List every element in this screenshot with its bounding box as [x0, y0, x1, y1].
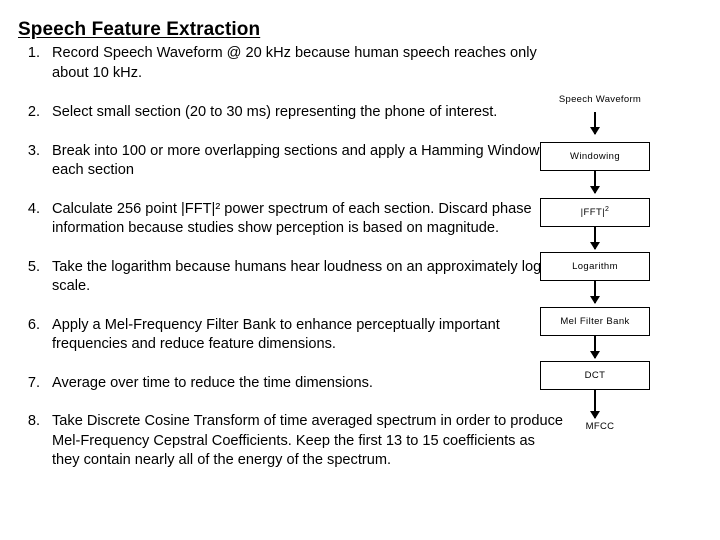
arrow-input-to-windowing	[590, 112, 600, 135]
list-item: 6. Apply a Mel-Frequency Filter Bank to …	[16, 316, 564, 355]
mfcc-flowchart: Speech Waveform Windowing |FFT|2 Logarit…	[500, 88, 700, 438]
list-item: 2. Select small section (20 to 30 ms) re…	[16, 103, 564, 123]
flow-node-label: Logarithm	[572, 261, 618, 272]
page-title: Speech Feature Extraction	[18, 19, 261, 40]
flowchart-input-label: Speech Waveform	[558, 94, 642, 105]
list-item: 3. Break into 100 or more overlapping se…	[16, 142, 564, 181]
list-item-number: 6.	[27, 316, 40, 333]
list-item: 7. Average over time to reduce the time …	[16, 374, 564, 394]
list-item-number: 7.	[27, 374, 40, 391]
list-item-text: Take Discrete Cosine Transform of time a…	[52, 413, 564, 468]
list-item-number: 8.	[27, 413, 40, 429]
arrow-logarithm-to-mel-filter-bank	[590, 281, 600, 304]
steps-list: 1. Record Speech Waveform @ 20 kHz becau…	[16, 44, 564, 471]
flow-node-fft: |FFT|2	[540, 198, 650, 227]
flow-node-logarithm: Logarithm	[540, 252, 650, 281]
list-item-text: Record Speech Waveform @ 20 kHz because …	[52, 45, 537, 81]
list-item-number: 2.	[27, 104, 40, 120]
list-item: 5. Take the logarithm because humans hea…	[16, 258, 564, 297]
flowchart-output-label: MFCC	[585, 421, 615, 432]
list-item-number: 3.	[27, 142, 40, 159]
flow-node-label: Mel Filter Bank	[560, 316, 630, 327]
list-item-number: 1.	[27, 45, 40, 61]
arrow-fft-to-logarithm	[590, 227, 600, 250]
arrow-mel-filter-bank-to-dct	[590, 336, 600, 359]
arrow-dct-to-output	[590, 390, 600, 419]
list-item: 1. Record Speech Waveform @ 20 kHz becau…	[16, 44, 564, 83]
flow-node-label: |FFT|2	[580, 205, 610, 218]
flow-node-dct: DCT	[540, 361, 650, 390]
flow-node-label: Windowing	[569, 151, 621, 162]
list-item-text: Select small section (20 to 30 ms) repre…	[52, 104, 498, 120]
arrow-windowing-to-fft	[590, 171, 600, 194]
fft-exponent: 2	[605, 205, 610, 213]
list-item: 8. Take Discrete Cosine Transform of tim…	[16, 412, 564, 471]
flow-node-label: DCT	[584, 370, 606, 381]
slide-canvas: Speech Feature Extraction 1. Record Spee…	[0, 0, 720, 540]
list-item-text: Calculate 256 point |FFT|² power spectru…	[52, 200, 532, 237]
list-item: 4. Calculate 256 point |FFT|² power spec…	[16, 200, 564, 239]
list-item-text: Take the logarithm because humans hear l…	[52, 258, 542, 295]
flow-node-windowing: Windowing	[540, 142, 650, 171]
list-item-number: 4.	[27, 200, 40, 217]
list-item-text: Average over time to reduce the time dim…	[52, 374, 373, 391]
list-item-text: Break into 100 or more overlapping secti…	[52, 142, 556, 179]
flow-node-mel-filter-bank: Mel Filter Bank	[540, 307, 650, 336]
list-item-text: Apply a Mel-Frequency Filter Bank to enh…	[52, 316, 500, 353]
list-item-number: 5.	[27, 258, 40, 275]
